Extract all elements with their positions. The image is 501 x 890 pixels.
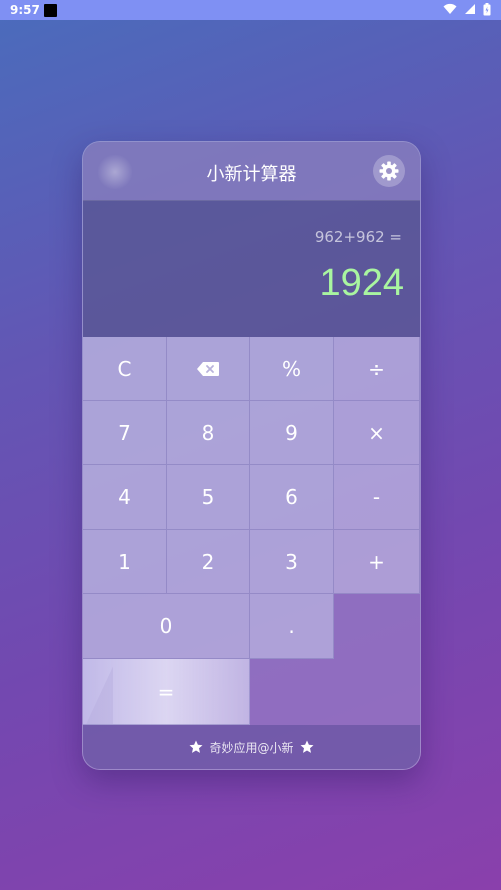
battery-icon: [483, 3, 491, 16]
backspace-button[interactable]: [167, 337, 250, 401]
digit-8-button[interactable]: 8: [167, 401, 250, 465]
status-bar: 9:57: [0, 0, 501, 20]
wifi-icon: [443, 3, 457, 15]
star-icon: [189, 740, 203, 753]
minus-button[interactable]: -: [334, 465, 420, 530]
digit-0-button[interactable]: 0: [83, 594, 250, 659]
system-icons: [440, 3, 491, 17]
clear-button[interactable]: C: [83, 337, 167, 401]
percent-button[interactable]: %: [250, 337, 334, 401]
keypad: C % ÷ 7 8 9 × 4 5 6 - 1 2 3 + 0 . =: [83, 337, 420, 725]
equals-label: =: [157, 679, 175, 704]
footer: 奇妙应用@小新: [83, 725, 420, 769]
equals-shine: [83, 659, 113, 724]
multiply-button[interactable]: ×: [334, 401, 420, 465]
footer-text: 奇妙应用@小新: [209, 740, 294, 755]
digit-4-button[interactable]: 4: [83, 465, 167, 530]
calculator-display: 962+962 = 1924: [83, 200, 420, 337]
plus-button[interactable]: +: [334, 530, 420, 594]
digit-3-button[interactable]: 3: [250, 530, 334, 594]
digit-5-button[interactable]: 5: [167, 465, 250, 530]
calculator-card: 小新计算器 962+962 = 1924 C % ÷ 7 8 9 × 4 5 6…: [82, 141, 421, 770]
digit-7-button[interactable]: 7: [83, 401, 167, 465]
empty-key-area: [334, 594, 420, 659]
gear-icon: [379, 161, 399, 181]
backspace-icon: [197, 361, 219, 376]
decimal-point-button[interactable]: .: [250, 594, 334, 659]
expression-text: 962+962 =: [314, 228, 402, 246]
digit-2-button[interactable]: 2: [167, 530, 250, 594]
star-icon: [300, 740, 313, 753]
card-header: 小新计算器: [83, 142, 420, 201]
signal-icon: [464, 4, 475, 14]
settings-button[interactable]: [373, 155, 405, 187]
divide-button[interactable]: ÷: [334, 337, 420, 401]
digit-9-button[interactable]: 9: [250, 401, 334, 465]
result-text: 1924: [319, 262, 404, 304]
notification-icon: [44, 4, 57, 17]
digit-1-button[interactable]: 1: [83, 530, 167, 594]
equals-button[interactable]: =: [83, 659, 250, 725]
digit-6-button[interactable]: 6: [250, 465, 334, 530]
app-title: 小新计算器: [206, 164, 297, 185]
status-time: 9:57: [10, 3, 40, 17]
empty-key-area: [250, 659, 420, 725]
